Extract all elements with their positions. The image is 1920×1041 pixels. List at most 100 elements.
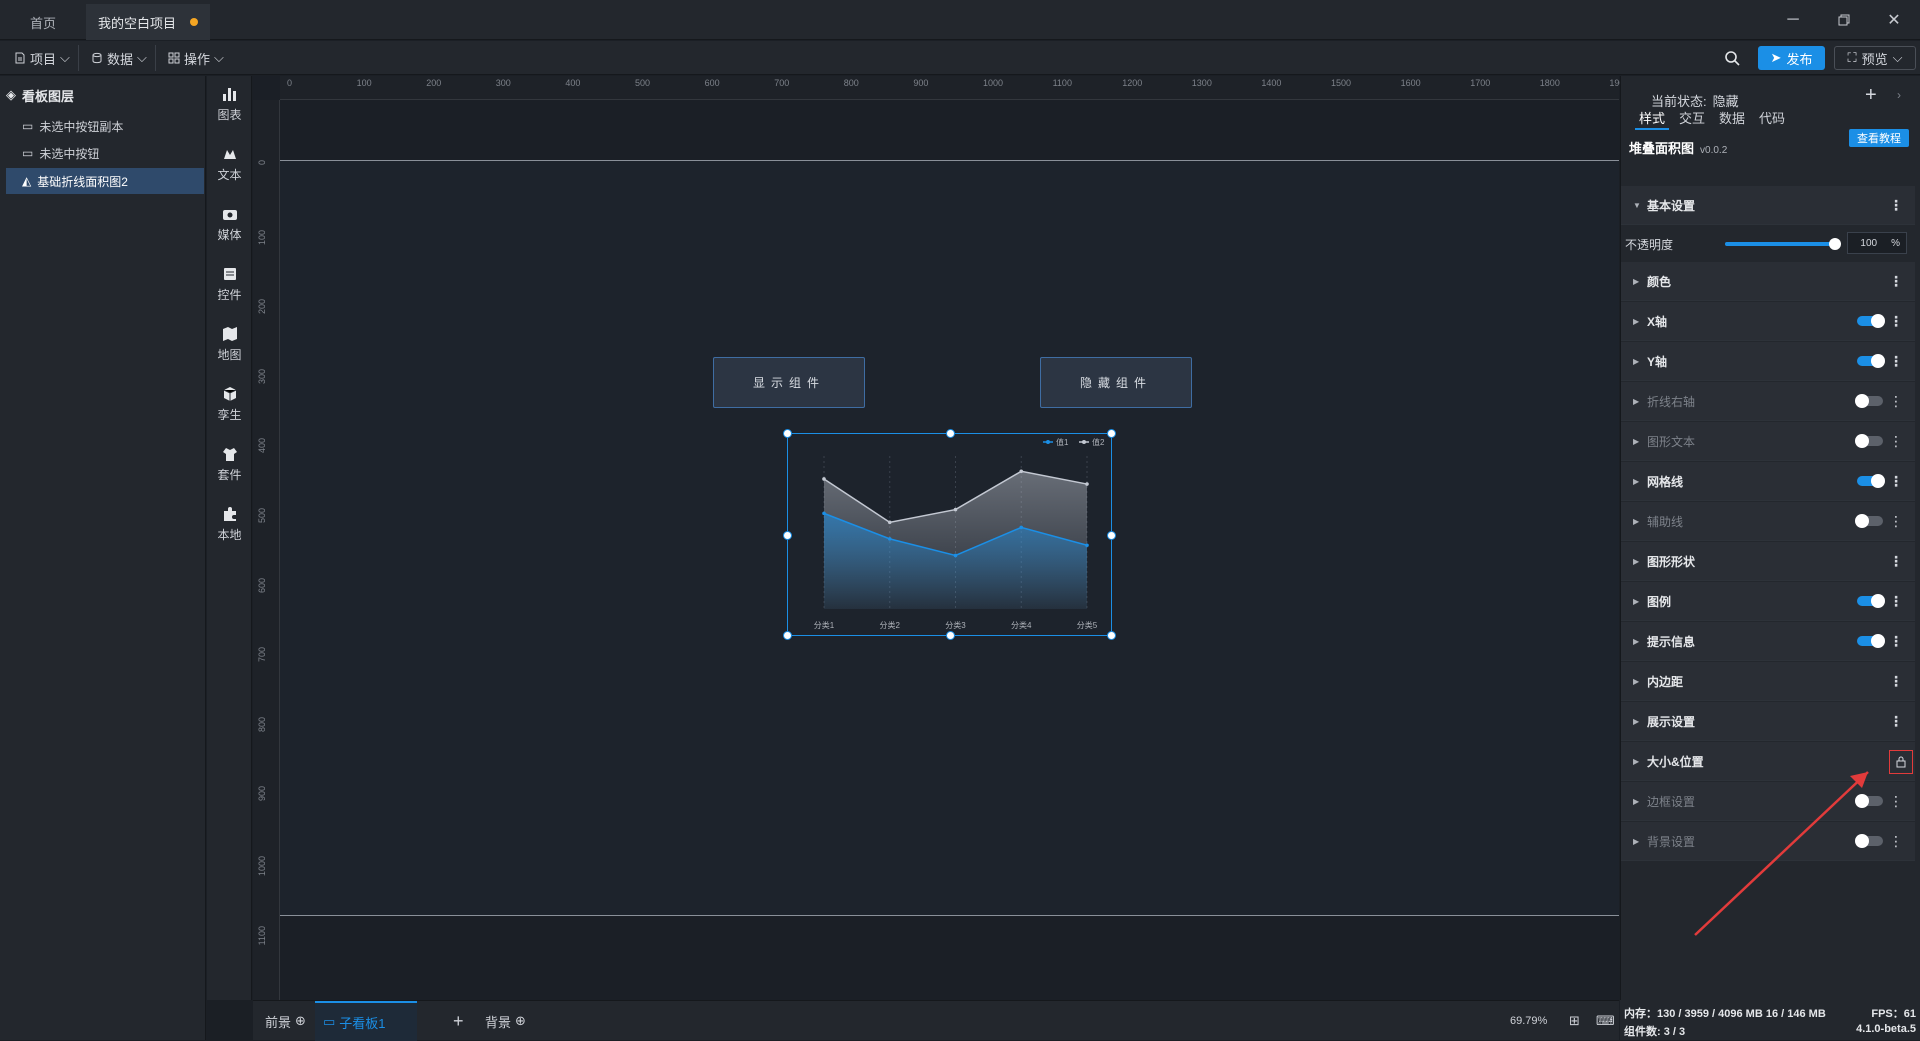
hide-component-button[interactable]: 隐藏组件 <box>1040 357 1192 408</box>
data-point[interactable] <box>953 507 958 512</box>
more-vertical-icon[interactable]: ⋮ <box>1889 434 1903 448</box>
add-state-icon[interactable]: + <box>1865 84 1877 107</box>
data-point[interactable] <box>822 511 826 516</box>
chevron-right-icon[interactable]: › <box>1897 88 1901 102</box>
more-vertical-icon[interactable]: ⋮ <box>1889 834 1903 848</box>
section-11[interactable]: ▶ 提示信息 ⋮ <box>1621 622 1915 661</box>
more-vertical-icon[interactable]: ⋮ <box>1889 714 1903 728</box>
zoom-level[interactable]: 69.79% <box>1510 1009 1547 1033</box>
publish-button[interactable]: ➤ 发布 <box>1758 46 1825 70</box>
tab-style[interactable]: 样式 <box>1639 108 1665 127</box>
more-vertical-icon[interactable]: ⋮ <box>1889 594 1903 608</box>
data-point[interactable] <box>887 520 892 525</box>
tab-data[interactable]: 数据 <box>1719 108 1745 127</box>
resize-handle[interactable] <box>783 429 792 438</box>
add-circle-icon[interactable]: ⊕ <box>515 1013 526 1029</box>
more-vertical-icon[interactable]: ⋮ <box>1889 674 1903 688</box>
tool-media[interactable]: 媒体 <box>207 196 252 252</box>
section-3[interactable]: ▶ X轴 ⋮ <box>1621 302 1915 341</box>
opacity-slider-track[interactable] <box>1725 238 1841 250</box>
close-icon[interactable]: ✕ <box>1882 8 1906 32</box>
section-toggle[interactable] <box>1855 514 1883 528</box>
opacity-input[interactable]: 100% <box>1847 232 1907 254</box>
preview-button[interactable]: ⛶ 预览 ⌵ <box>1834 46 1916 70</box>
restore-icon[interactable] <box>1832 8 1856 32</box>
menu-project[interactable]: 项目 ⌵ <box>6 45 79 71</box>
section-toggle[interactable] <box>1857 314 1885 328</box>
section-toggle[interactable] <box>1857 594 1885 608</box>
more-vertical-icon[interactable]: ⋮ <box>1889 474 1903 488</box>
sub-board-tab[interactable]: ▭ 子看板1 <box>315 1001 417 1041</box>
section-5[interactable]: ▶ 折线右轴 ⋮ <box>1621 382 1915 421</box>
stacked-area-chart-widget[interactable]: 分类1 分类2 分类3 分类4 分类5 值1 值2 <box>783 429 1116 640</box>
lock-icon[interactable] <box>1889 750 1913 774</box>
section-toggle[interactable] <box>1857 634 1885 648</box>
tab-code[interactable]: 代码 <box>1759 108 1785 127</box>
front-layer-tab[interactable]: 前景 ⊕ <box>265 1009 306 1033</box>
layer-item-selected[interactable]: ◭ 基础折线面积图2 <box>6 168 204 194</box>
more-vertical-icon[interactable]: ⋮ <box>1889 314 1903 328</box>
fit-screen-icon[interactable]: ⊞ <box>1569 1009 1580 1033</box>
section-12[interactable]: ▶ 内边距 ⋮ <box>1621 662 1915 701</box>
more-vertical-icon[interactable]: ⋮ <box>1889 394 1903 408</box>
more-vertical-icon[interactable]: ⋮ <box>1889 198 1903 212</box>
tab-interaction[interactable]: 交互 <box>1679 108 1705 127</box>
search-icon[interactable] <box>1724 50 1740 69</box>
more-vertical-icon[interactable]: ⋮ <box>1889 554 1903 568</box>
keyboard-icon[interactable]: ⌨ <box>1596 1009 1615 1033</box>
section-7[interactable]: ▶ 网格线 ⋮ <box>1621 462 1915 501</box>
section-10[interactable]: ▶ 图例 ⋮ <box>1621 582 1915 621</box>
tool-control[interactable]: 控件 <box>207 256 252 312</box>
minimize-icon[interactable]: ─ <box>1781 8 1805 32</box>
tab-home[interactable]: 首页 <box>18 4 68 40</box>
add-board-icon[interactable]: + <box>453 1009 464 1033</box>
section-9[interactable]: ▶ 图形形状 ⋮ <box>1621 542 1915 581</box>
section-toggle[interactable] <box>1855 434 1883 448</box>
show-component-button[interactable]: 显示组件 <box>713 357 865 408</box>
layer-item[interactable]: ▭ 未选中按钮 <box>6 140 204 166</box>
more-vertical-icon[interactable]: ⋮ <box>1889 794 1903 808</box>
more-vertical-icon[interactable]: ⋮ <box>1889 354 1903 368</box>
data-point[interactable] <box>1019 525 1024 530</box>
resize-handle[interactable] <box>1107 429 1116 438</box>
dashboard-board[interactable]: 显示组件 隐藏组件 分类1 分类2 分类3 分类4 分类5 值1 值2 <box>280 160 1619 916</box>
tool-chart[interactable]: 图表 <box>207 76 252 132</box>
tab-project[interactable]: 我的空白项目 <box>86 4 211 40</box>
resize-handle[interactable] <box>1107 631 1116 640</box>
more-vertical-icon[interactable]: ⋮ <box>1889 514 1903 528</box>
layer-item[interactable]: ▭ 未选中按钮副本 <box>6 113 204 139</box>
data-point[interactable] <box>887 537 892 541</box>
section-8[interactable]: ▶ 辅助线 ⋮ <box>1621 502 1915 541</box>
tool-map[interactable]: 地图 <box>207 316 252 372</box>
back-layer-tab[interactable]: 背景 ⊕ <box>485 1009 526 1033</box>
section-6[interactable]: ▶ 图形文本 ⋮ <box>1621 422 1915 461</box>
section-2[interactable]: ▶ 颜色 ⋮ <box>1621 262 1915 301</box>
design-canvas[interactable]: 0 100 200 300 400 500 600 700 800 900 1000 1100 1200… <box>253 76 1629 1000</box>
section-toggle[interactable] <box>1855 394 1883 408</box>
resize-handle[interactable] <box>783 631 792 640</box>
resize-handle[interactable] <box>1107 531 1116 540</box>
resize-handle[interactable] <box>783 531 792 540</box>
state-value[interactable]: 隐藏 <box>1713 91 1739 110</box>
data-point[interactable] <box>1019 469 1024 474</box>
resize-handle[interactable] <box>946 429 955 438</box>
add-circle-icon[interactable]: ⊕ <box>295 1013 306 1029</box>
section-toggle[interactable] <box>1857 354 1885 368</box>
section-toggle[interactable] <box>1857 474 1885 488</box>
tutorial-button[interactable]: 查看教程 <box>1849 129 1909 147</box>
tool-text[interactable]: 文本 <box>207 136 252 192</box>
data-point[interactable] <box>822 477 826 481</box>
resize-handle[interactable] <box>946 631 955 640</box>
tool-kit[interactable]: 套件 <box>207 436 252 492</box>
data-point[interactable] <box>953 553 958 558</box>
section-13[interactable]: ▶ 展示设置 ⋮ <box>1621 702 1915 741</box>
tool-twin[interactable]: 孪生 <box>207 376 252 432</box>
more-vertical-icon[interactable]: ⋮ <box>1889 634 1903 648</box>
menu-operate[interactable]: 操作 ⌵ <box>160 45 232 71</box>
data-point[interactable] <box>1085 482 1089 486</box>
opacity-slider-thumb[interactable] <box>1829 238 1841 250</box>
section-1[interactable]: ▼ 基本设置 ⋮ <box>1621 186 1915 225</box>
section-4[interactable]: ▶ Y轴 ⋮ <box>1621 342 1915 381</box>
tool-local[interactable]: 本地 <box>207 496 252 552</box>
more-vertical-icon[interactable]: ⋮ <box>1889 274 1903 288</box>
